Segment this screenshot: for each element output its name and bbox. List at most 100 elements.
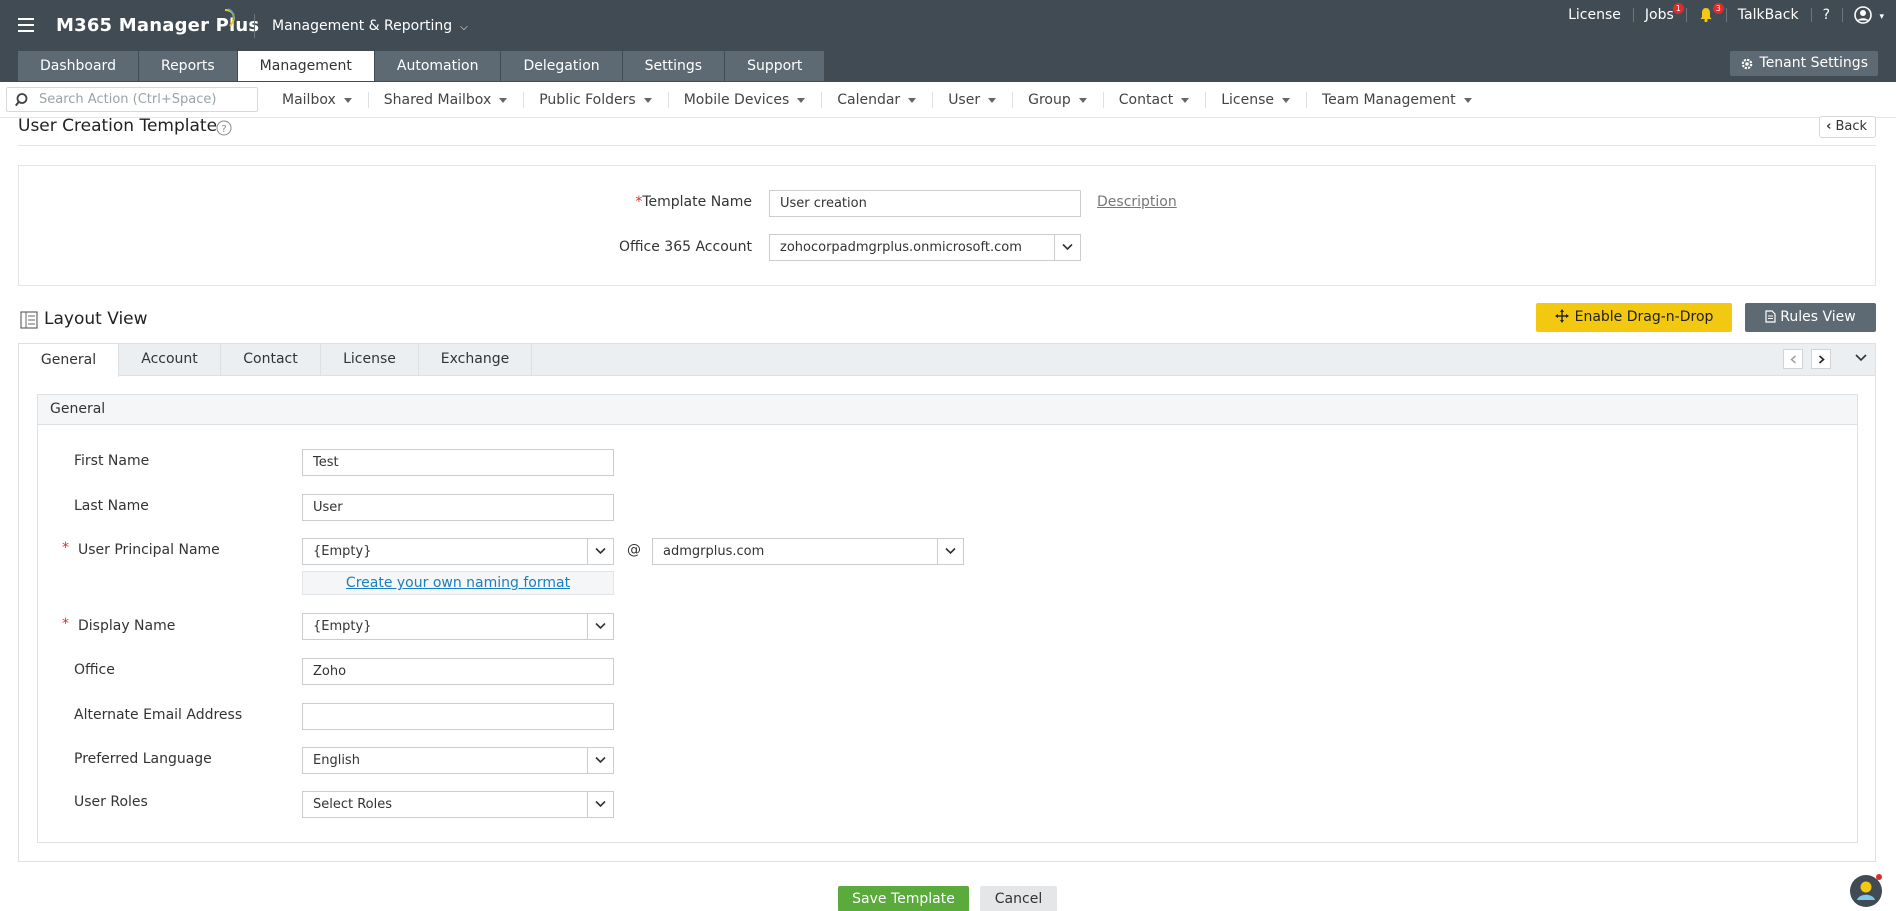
user-avatar-icon [1854,6,1872,24]
dropdown-toggle[interactable] [587,539,613,564]
top-header: M365 Manager Plus Management & Reporting… [0,0,1896,52]
user-roles-value: Select Roles [313,797,393,812]
move-arrows-icon [1554,309,1569,323]
subnav-item-label: Mobile Devices [683,92,790,108]
caret-down-icon [988,97,997,103]
last-name-input[interactable]: User [302,494,614,521]
tab-contact[interactable]: Contact [221,343,321,376]
main-tabs: Dashboard Reports Management Automation … [18,51,825,81]
tenant-settings-label: Tenant Settings [1759,55,1868,71]
caret-down-icon [643,97,652,103]
dropdown-toggle[interactable] [937,539,963,564]
subnav-item-team-management[interactable]: Team Management [1305,90,1488,110]
tab-reports[interactable]: Reports [138,51,237,81]
enable-drag-n-drop-button[interactable]: Enable Drag-n-Drop [1536,303,1732,332]
office365-account-select[interactable]: zohocorpadmgrplus.onmicrosoft.com [769,234,1081,261]
product-selector[interactable]: Management & Reporting ⌵ [272,18,468,34]
domain-select[interactable]: admgrplus.com [652,538,964,565]
user-roles-select[interactable]: Select Roles [302,791,614,818]
jobs-badge: 1 [1672,3,1684,14]
subnav-item-shared-mailbox[interactable]: Shared Mailbox [367,90,523,110]
cancel-button[interactable]: Cancel [980,886,1057,911]
subnav-item-license[interactable]: License [1205,90,1306,110]
upn-select[interactable]: {Empty} [302,538,614,565]
help-icon[interactable]: ? [1810,0,1842,30]
header-divider [254,14,255,38]
caret-down-icon [1181,97,1190,103]
template-name-input[interactable]: User creation [769,190,1081,217]
domain-value: admgrplus.com [663,544,765,559]
subnav-item-label: Shared Mailbox [383,92,492,108]
tenant-settings-button[interactable]: Tenant Settings [1729,51,1878,76]
chevron-down-icon: ▾ [1879,12,1884,22]
office365-account-value: zohocorpadmgrplus.onmicrosoft.com [780,240,1022,255]
alternate-email-input[interactable] [302,703,614,730]
save-template-button[interactable]: Save Template [838,886,969,911]
subnav-item-mobile-devices[interactable]: Mobile Devices [667,90,822,110]
chevron-down-icon[interactable] [1855,353,1867,362]
logo-swoosh-icon [224,8,235,27]
caret-down-icon [1463,97,1472,103]
subnav-item-mailbox[interactable]: Mailbox [266,90,368,110]
layout-view-icon [20,311,38,329]
jobs-link[interactable]: Jobs 1 [1632,0,1686,30]
office-input[interactable]: Zoho [302,658,614,685]
preferred-language-select[interactable]: English [302,747,614,774]
rules-view-button[interactable]: Rules View [1745,303,1876,332]
template-settings-panel [18,165,1876,286]
caret-down-icon [499,97,508,103]
tab-support[interactable]: Support [725,51,825,81]
chevron-down-icon [595,622,606,630]
chevron-down-icon [595,547,606,555]
description-link[interactable]: Description [1097,194,1177,210]
template-name-label-text: Template Name [642,194,752,210]
layout-view-title: Layout View [44,309,148,329]
general-section-title: General [37,394,1858,425]
tab-exchange[interactable]: Exchange [419,343,532,376]
subnav-item-public-folders[interactable]: Public Folders [523,90,667,110]
create-naming-format-link[interactable]: Create your own naming format [302,571,614,595]
license-link[interactable]: License [1556,0,1633,30]
tab-scroll-left-button[interactable] [1783,349,1803,369]
user-roles-label: User Roles [74,794,148,810]
dropdown-toggle[interactable] [587,614,613,639]
talkback-link[interactable]: TalkBack [1725,0,1811,30]
subnav-item-group[interactable]: Group [1012,90,1103,110]
subnav-item-label: Contact [1118,92,1174,108]
dropdown-toggle[interactable] [587,748,613,773]
notifications-badge: 3 [1712,3,1724,14]
chevron-left-icon: ‹ [1826,119,1832,134]
at-sign: @ [627,542,641,558]
chevron-down-icon [595,756,606,764]
subnav-item-contact[interactable]: Contact [1102,90,1205,110]
display-name-select[interactable]: {Empty} [302,613,614,640]
back-button[interactable]: ‹ Back [1819,116,1876,138]
tab-general[interactable]: General [18,343,119,377]
chevron-down-icon [945,547,956,555]
notifications-button[interactable]: 3 [1685,0,1726,30]
tab-account[interactable]: Account [119,343,221,376]
chevron-down-icon [595,800,606,808]
tab-dashboard[interactable]: Dashboard [18,51,138,81]
tab-scroll-right-button[interactable] [1811,349,1831,369]
first-name-input[interactable]: Test [302,449,614,476]
chat-assistant-icon[interactable] [1848,872,1884,908]
subnav-item-label: Team Management [1321,92,1456,108]
search-action-input[interactable]: Search Action (Ctrl+Space) [6,87,258,112]
subnav-item-user[interactable]: User [932,90,1012,110]
subnav-item-calendar[interactable]: Calendar [821,90,932,110]
tab-delegation[interactable]: Delegation [501,51,622,81]
tab-license[interactable]: License [321,343,419,376]
dropdown-toggle[interactable] [1054,235,1080,260]
dropdown-toggle[interactable] [587,792,613,817]
help-circle-icon[interactable]: ? [216,120,232,136]
preferred-language-label: Preferred Language [74,751,212,767]
subnav-item-label: Group [1028,92,1071,108]
user-menu[interactable]: ▾ [1842,0,1896,30]
required-marker: * [62,616,69,632]
hamburger-menu-icon[interactable] [18,18,34,32]
tab-management[interactable]: Management [237,51,374,81]
tab-automation[interactable]: Automation [374,51,501,81]
tab-settings[interactable]: Settings [622,51,725,81]
title-divider [18,145,1876,146]
